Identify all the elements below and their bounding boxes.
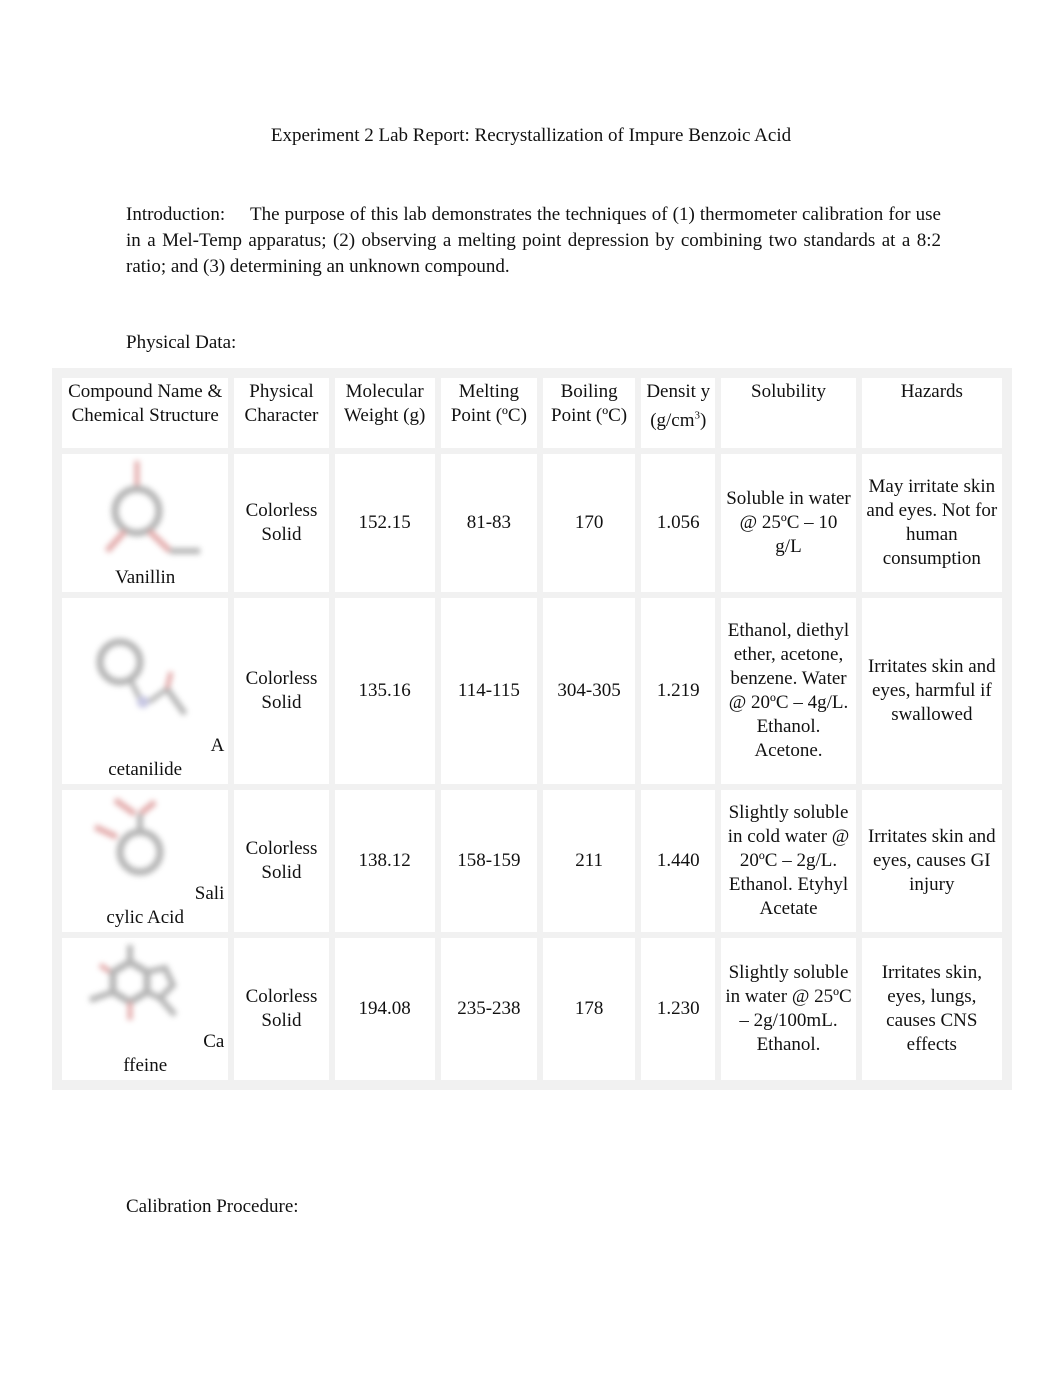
melting-point-cell: 114-115 [440,598,537,784]
molecular-weight-cell: 138.12 [334,790,435,932]
solubility-cell: Slightly soluble in water @ 25ºC – 2g/10… [721,938,856,1080]
compound-name-line1: Sali [194,883,225,904]
molecular-weight-cell: 135.16 [334,598,435,784]
caffeine-structure-icon [89,945,178,1020]
boiling-point-cell: 211 [542,790,636,932]
hazards-cell: May irritate skin and eyes. Not for huma… [861,454,1002,592]
compound-cell: Vanillin [62,454,229,592]
introduction-text: The purpose of this lab demonstrates the… [126,204,941,277]
header-solubility: Solubility [721,378,856,448]
table-row: A cetanilide Colorless Solid 135.16 114-… [62,598,1002,784]
density-cell: 1.219 [641,598,716,784]
compound-cell: A cetanilide [62,598,229,784]
vanillin-structure-icon [104,461,201,554]
table-row: Ca ffeine Colorless Solid 194.08 235-238… [62,938,1002,1080]
hazards-cell: Irritates skin, eyes, lungs, causes CNS … [861,938,1002,1080]
compound-cell: Sali cylic Acid [62,790,229,932]
boiling-point-cell: 170 [542,454,636,592]
compound-name-line1: A [210,735,225,756]
molecular-weight-cell: 152.15 [334,454,435,592]
header-density-unit: (g/cm3) [650,410,707,432]
boiling-point-cell: 304-305 [542,598,636,784]
introduction-label: Introduction: [126,204,226,225]
hazards-cell: Irritates skin and eyes, causes GI injur… [861,790,1002,932]
hazards-cell: Irritates skin and eyes, harmful if swal… [861,598,1002,784]
header-physical-character: Physical Character [234,378,329,448]
compound-name-line1: Ca [203,1031,225,1052]
density-cell: 1.440 [641,790,716,932]
header-molecular-weight: Molecular Weight (g) [334,378,435,448]
compound-name: Vanillin [115,567,176,588]
physical-data-label: Physical Data: [126,332,237,353]
solubility-cell: Slightly soluble in cold water @ 20ºC – … [721,790,856,932]
header-hazards: Hazards [861,378,1002,448]
table-header-row: Compound Name & Chemical Structure Physi… [62,378,1002,448]
physical-character-cell: Colorless Solid [234,790,329,932]
header-melting-point: Melting Point (ºC) [440,378,537,448]
physical-character-cell: Colorless Solid [234,454,329,592]
table-row: Sali cylic Acid Colorless Solid 138.12 1… [62,790,1002,932]
solubility-cell: Soluble in water @ 25ºC – 10 g/L [721,454,856,592]
boiling-point-cell: 178 [542,938,636,1080]
compound-name: cylic Acid [106,907,184,928]
document-title: Experiment 2 Lab Report: Recrystallizati… [270,125,792,146]
header-compound: Compound Name & Chemical Structure [62,378,229,448]
melting-point-cell: 235-238 [440,938,537,1080]
acetanilide-structure-icon [96,638,188,716]
solubility-cell: Ethanol, diethyl ether, acetone, benzene… [721,598,856,784]
calibration-procedure-label: Calibration Procedure: [126,1196,299,1217]
physical-character-cell: Colorless Solid [234,598,329,784]
melting-point-cell: 158-159 [440,790,537,932]
header-density-label: Densit y [646,381,711,402]
header-density: Densit y (g/cm3) [641,378,716,448]
compound-cell: Ca ffeine [62,938,229,1080]
density-cell: 1.230 [641,938,716,1080]
physical-character-cell: Colorless Solid [234,938,329,1080]
compound-name: cetanilide [108,759,183,780]
table-row: Vanillin Colorless Solid 152.15 81-83 17… [62,454,1002,592]
header-boiling-point: Boiling Point (ºC) [542,378,636,448]
salicylic-acid-structure-icon [93,797,164,876]
introduction-paragraph: Introduction: The purpose of this lab de… [126,202,941,280]
physical-data-table-container: Compound Name & Chemical Structure Physi… [52,368,1012,1090]
molecular-weight-cell: 194.08 [334,938,435,1080]
physical-data-table: Compound Name & Chemical Structure Physi… [56,372,1008,1086]
density-cell: 1.056 [641,454,716,592]
compound-name: ffeine [123,1055,168,1076]
melting-point-cell: 81-83 [440,454,537,592]
